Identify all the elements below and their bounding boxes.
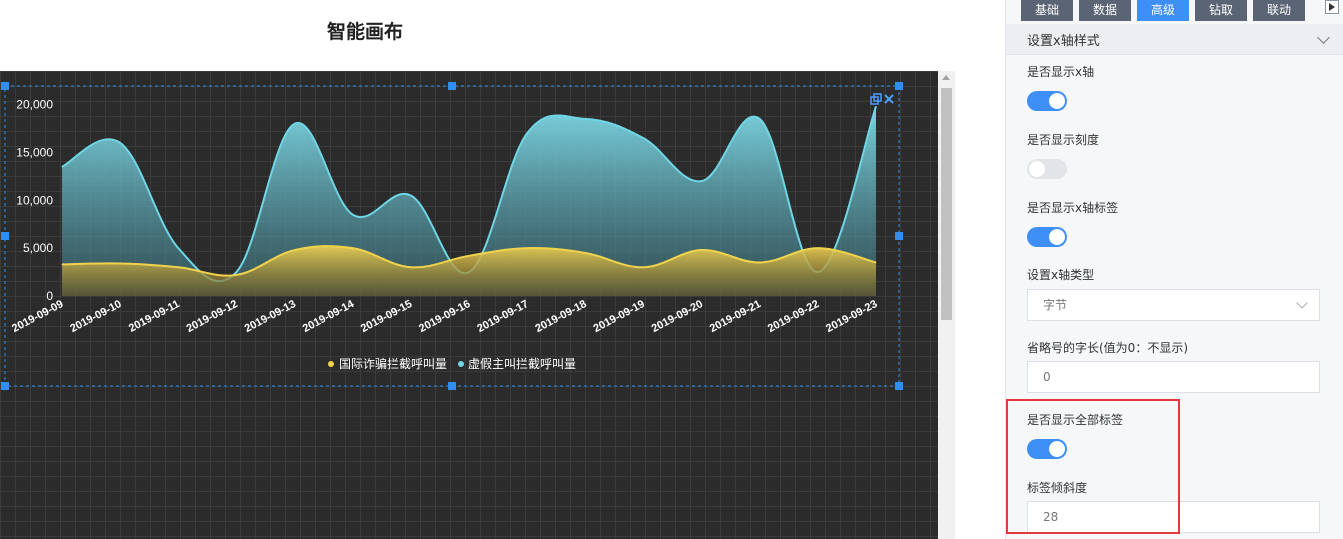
scrollbar-thumb[interactable]	[941, 88, 952, 320]
x-tick-label: 2019-09-12	[185, 298, 240, 335]
chevron-down-icon[interactable]	[1317, 31, 1330, 44]
close-icon[interactable]	[884, 94, 894, 104]
page-title: 智能画布	[326, 21, 403, 43]
legend-label-2: 虚假主叫拦截呼叫量	[468, 357, 576, 371]
data-point	[352, 214, 354, 216]
data-point	[642, 137, 644, 139]
resize-handle-ml[interactable]	[1, 232, 9, 240]
tab-data[interactable]: 数据	[1079, 0, 1131, 21]
tab-basic[interactable]: 基础	[1021, 0, 1073, 21]
resize-handle-tm[interactable]	[448, 82, 456, 90]
resize-handle-br[interactable]	[895, 382, 903, 390]
tab-advanced[interactable]: 高级	[1137, 0, 1189, 21]
resize-handle-bm[interactable]	[448, 382, 456, 390]
vertical-scrollbar[interactable]	[938, 71, 955, 539]
chart-widget[interactable]: 20,00015,00010,0005,0000 2019-09-09 2019-…	[0, 71, 938, 539]
show-x-axis-label: 是否显示x轴	[1027, 65, 1095, 79]
x-tick-label: 2019-09-23	[824, 298, 879, 335]
tab-drill[interactable]: 钻取	[1195, 0, 1247, 21]
data-point	[119, 142, 121, 144]
data-point	[410, 195, 412, 196]
data-point	[642, 266, 644, 268]
x-tick-label: 2019-09-19	[592, 298, 647, 335]
data-point	[410, 266, 412, 268]
data-point	[235, 274, 237, 276]
data-point	[584, 252, 586, 254]
resize-handle-mr[interactable]	[895, 232, 903, 240]
x-tick-label: 2019-09-22	[766, 298, 821, 335]
data-point	[875, 262, 877, 263]
data-point	[119, 262, 121, 264]
resize-handle-tr[interactable]	[895, 82, 903, 90]
play-icon[interactable]	[1325, 0, 1339, 14]
show-ticks-toggle[interactable]	[1027, 159, 1067, 179]
show-x-label-label: 是否显示x轴标签	[1027, 201, 1119, 215]
resize-handle-tl[interactable]	[1, 82, 9, 90]
data-point	[526, 247, 528, 249]
data-point	[817, 247, 819, 249]
data-point	[701, 249, 703, 251]
data-point	[294, 123, 296, 125]
x-tick-label: 2019-09-16	[417, 298, 472, 335]
show-all-labels-label: 是否显示全部标签	[1027, 413, 1124, 427]
x-tick-label: 2019-09-15	[359, 298, 414, 335]
data-point	[584, 118, 586, 120]
tab-linkage[interactable]: 联动	[1253, 0, 1305, 21]
x-tick-label: 2019-09-18	[533, 298, 588, 335]
chart-legend: 国际诈骗拦截呼叫量 虚假主叫拦截呼叫量	[328, 356, 576, 371]
legend-label-1: 国际诈骗拦截呼叫量	[339, 356, 447, 371]
x-axis-type-label: 设置x轴类型	[1027, 268, 1095, 282]
y-tick-label: 5,000	[23, 241, 53, 255]
section-title: 设置x轴样式	[1027, 34, 1100, 49]
x-tick-label: 2019-09-09	[10, 298, 65, 335]
data-point	[352, 247, 354, 249]
x-tick-label: 2019-09-20	[650, 298, 705, 335]
settings-panel: 基础 数据 高级 钻取 联动 设置x轴样式 是否显示x轴 是否显示刻度 是否显示…	[1005, 0, 1343, 539]
legend-marker-1	[328, 361, 334, 367]
label-tilt-label: 标签倾斜度	[1027, 481, 1088, 495]
data-point	[235, 271, 237, 273]
x-axis-type-value: 字节	[1043, 298, 1068, 312]
y-tick-label: 20,000	[16, 98, 53, 112]
data-point	[875, 105, 877, 107]
x-tick-label: 2019-09-14	[301, 298, 357, 335]
x-axis-type-select[interactable]: 字节	[1027, 289, 1320, 321]
label-tilt-input[interactable]: 28	[1027, 501, 1320, 533]
data-point	[177, 266, 179, 268]
x-tick-label: 2019-09-21	[708, 298, 763, 335]
data-point	[759, 262, 761, 263]
x-tick-label: 2019-09-10	[68, 298, 123, 335]
copy-icon[interactable]	[870, 93, 882, 105]
show-x-label-toggle[interactable]	[1027, 227, 1067, 247]
show-ticks-label: 是否显示刻度	[1027, 133, 1100, 147]
data-point	[701, 180, 703, 182]
ellipsis-length-input[interactable]: 0	[1027, 361, 1320, 393]
chevron-down-icon	[1296, 297, 1308, 309]
show-x-axis-toggle[interactable]	[1027, 91, 1067, 111]
resize-handle-bl[interactable]	[1, 382, 9, 390]
y-tick-label: 15,000	[16, 145, 53, 159]
legend-marker-2	[458, 361, 464, 367]
data-point	[526, 132, 528, 134]
data-point	[759, 118, 761, 120]
data-point	[468, 255, 470, 257]
x-tick-label: 2019-09-17	[475, 298, 530, 335]
y-tick-label: 10,000	[16, 193, 53, 207]
design-canvas[interactable]: 20,000 15,000 10,000 5,000 0 2019-09-09 2019-…	[0, 71, 938, 539]
panel-tabs: 基础 数据 高级 钻取 联动	[1021, 0, 1311, 21]
show-all-labels-toggle[interactable]	[1027, 439, 1067, 459]
ellipsis-length-label: 省略号的字长(值为0：不显示)	[1027, 341, 1188, 355]
data-point	[61, 166, 63, 168]
data-point	[294, 249, 296, 251]
data-point	[177, 247, 179, 249]
data-point	[61, 263, 63, 265]
section-header[interactable]: 设置x轴样式	[1006, 24, 1343, 55]
x-tick-label: 2019-09-11	[127, 298, 182, 335]
y-tick-label: 0	[46, 289, 53, 303]
x-tick-label: 2019-09-13	[243, 298, 298, 335]
scroll-up-icon[interactable]	[942, 75, 950, 80]
